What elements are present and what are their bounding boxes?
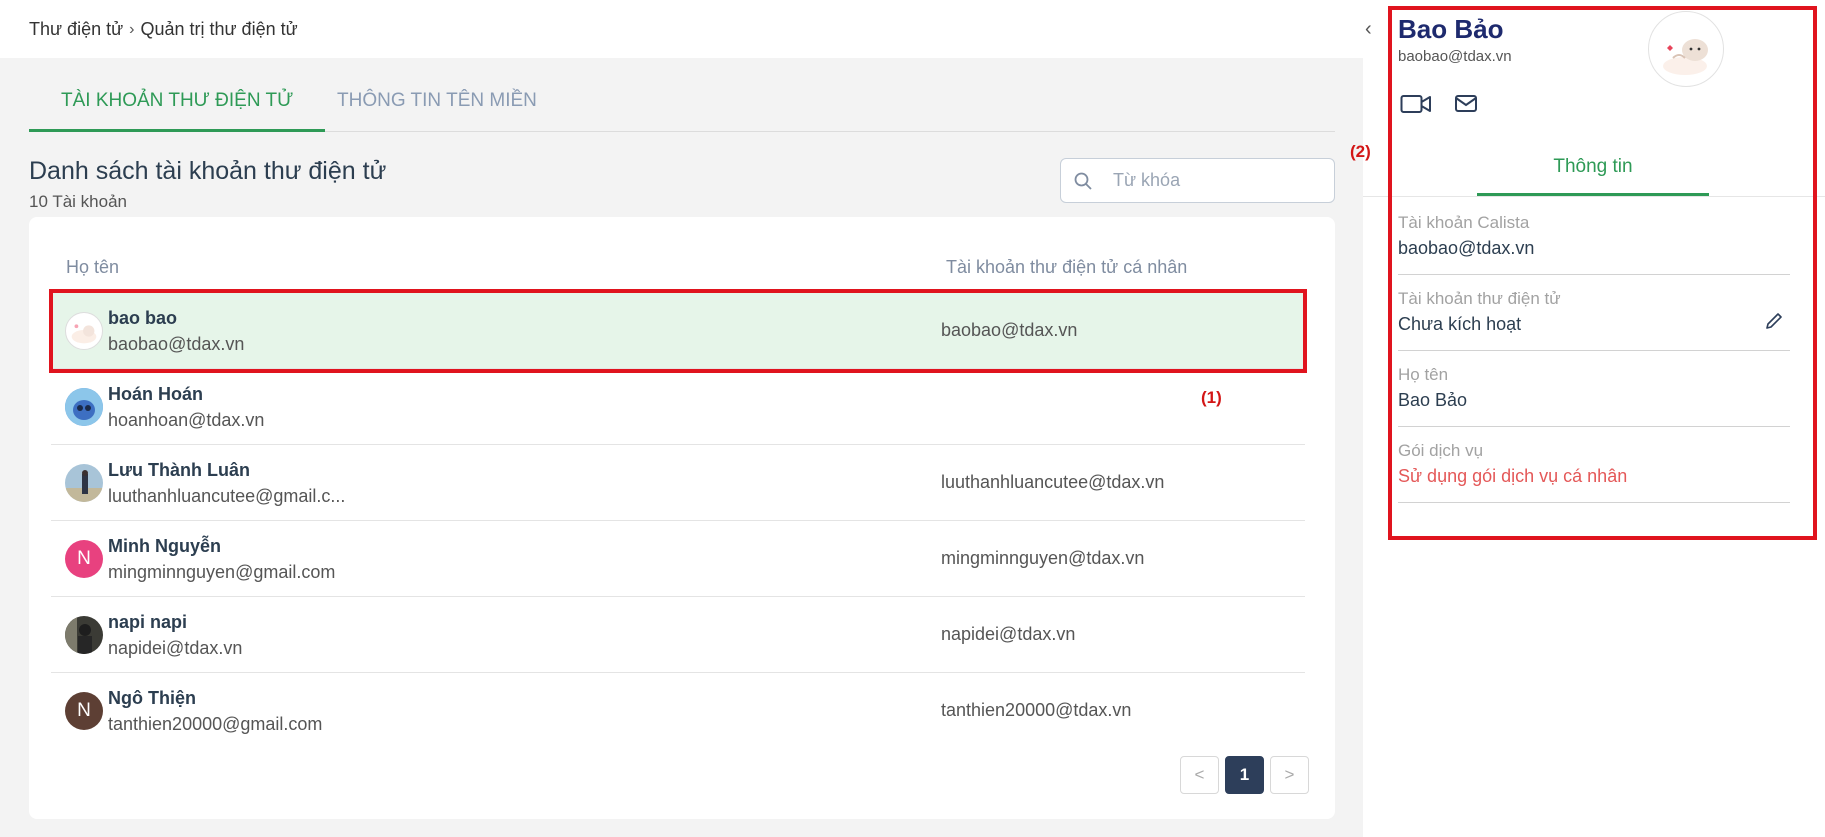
breadcrumb-item-mail[interactable]: Thư điện tử — [29, 19, 123, 40]
field-label: Tài khoản thư điện tử — [1398, 289, 1561, 308]
search-input[interactable] — [1113, 170, 1313, 191]
account-list: bao bao baobao@tdax.vn baobao@tdax.vn Ho… — [51, 293, 1305, 749]
row-email: tanthien20000@gmail.com — [108, 714, 323, 734]
pagination-page-button[interactable]: 1 — [1225, 756, 1264, 794]
avatar — [65, 387, 103, 426]
top-bar: Thư điện tử › Quản trị thư điện tử — [0, 0, 1363, 58]
stitch-avatar-icon — [65, 387, 103, 426]
row-personal-email: luuthanhluancutee@tdax.vn — [941, 472, 1165, 492]
avatar — [65, 615, 103, 654]
accounts-table: Họ tên Tài khoản thư điện tử cá nhân bao… — [29, 217, 1335, 819]
avatar-letter: N — [65, 539, 103, 578]
account-count: 10 Tài khoản — [29, 192, 127, 211]
field-email-account: Tài khoản thư điện tử Chưa kích hoạt — [1398, 289, 1790, 351]
field-label: Gói dịch vụ — [1398, 441, 1484, 460]
row-email: baobao@tdax.vn — [108, 334, 245, 354]
row-personal-email: napidei@tdax.vn — [941, 624, 1076, 644]
pencil-icon[interactable] — [1764, 311, 1784, 331]
field-full-name: Họ tên Bao Bảo — [1398, 365, 1790, 427]
search-box[interactable] — [1060, 158, 1335, 203]
row-email: mingminnguyen@gmail.com — [108, 562, 336, 582]
table-row[interactable]: N Ngô Thiện tanthien20000@gmail.com tant… — [51, 673, 1305, 749]
field-calista-account: Tài khoản Calista baobao@tdax.vn — [1398, 213, 1790, 275]
row-email: luuthanhluancutee@gmail.c... — [108, 486, 346, 506]
row-name: Ngô Thiện — [108, 688, 196, 708]
search-icon — [1074, 172, 1092, 190]
row-personal-email: tanthien20000@tdax.vn — [941, 700, 1132, 720]
row-personal-email: baobao@tdax.vn — [941, 320, 1078, 340]
video-call-icon[interactable] — [1400, 92, 1432, 116]
column-header-name: Họ tên — [66, 257, 120, 277]
field-value: Sử dụng gói dịch vụ cá nhân — [1398, 466, 1628, 486]
annotation-label-2: (2) — [1350, 142, 1371, 161]
table-row[interactable]: Hoán Hoán hoanhoan@tdax.vn — [51, 369, 1305, 445]
chevron-right-icon: › — [129, 20, 135, 38]
column-header-personal-email: Tài khoản thư điện tử cá nhân — [946, 257, 1188, 277]
cat-avatar-icon — [1663, 39, 1708, 75]
field-label: Họ tên — [1398, 365, 1449, 384]
tab-email-accounts[interactable]: TÀI KHOẢN THƯ ĐIỆN TỬ — [29, 90, 326, 132]
table-row[interactable]: bao bao baobao@tdax.vn baobao@tdax.vn — [51, 293, 1305, 369]
row-name: bao bao — [108, 308, 178, 328]
tab-domain-info[interactable]: THÔNG TIN TÊN MIỀN — [305, 90, 569, 132]
tab-info[interactable]: Thông tin — [1477, 152, 1709, 196]
cat-avatar-icon — [71, 323, 97, 343]
avatar — [1648, 11, 1724, 87]
row-name: napi napi — [108, 612, 188, 632]
photo-avatar-icon — [65, 463, 103, 502]
mail-icon[interactable] — [1453, 92, 1485, 116]
detail-email: baobao@tdax.vn — [1398, 48, 1512, 65]
divider — [1363, 196, 1825, 197]
row-name: Hoán Hoán — [108, 384, 204, 404]
row-name: Lưu Thành Luân — [108, 460, 251, 480]
field-value: baobao@tdax.vn — [1398, 238, 1535, 258]
page-title: Danh sách tài khoản thư điện tử — [29, 157, 387, 185]
detail-name: Bao Bảo — [1398, 14, 1504, 44]
pagination-prev-button[interactable]: < — [1180, 756, 1219, 794]
row-email: napidei@tdax.vn — [108, 638, 243, 658]
breadcrumb-item-admin[interactable]: Quản trị thư điện tử — [140, 19, 297, 40]
chevron-left-icon[interactable]: ‹ — [1365, 18, 1372, 41]
avatar — [65, 463, 103, 502]
row-personal-email: mingminnguyen@tdax.vn — [941, 548, 1145, 568]
row-name: Minh Nguyễn — [108, 536, 221, 556]
avatar-letter: N — [65, 692, 103, 730]
field-value: Bao Bảo — [1398, 390, 1468, 410]
breadcrumb: Thư điện tử › Quản trị thư điện tử — [29, 19, 298, 40]
table-row[interactable]: N Minh Nguyễn mingminnguyen@gmail.com mi… — [51, 521, 1305, 597]
tab-bar: TÀI KHOẢN THƯ ĐIỆN TỬ THÔNG TIN TÊN MIỀN — [29, 80, 1335, 132]
field-value: Chưa kích hoạt — [1398, 314, 1522, 334]
dark-photo-avatar-icon — [65, 615, 103, 654]
field-service-plan: Gói dịch vụ Sử dụng gói dịch vụ cá nhân — [1398, 441, 1790, 503]
pagination-next-button[interactable]: > — [1270, 756, 1309, 794]
table-row[interactable]: napi napi napidei@tdax.vn napidei@tdax.v… — [51, 597, 1305, 673]
avatar — [65, 311, 103, 350]
field-label: Tài khoản Calista — [1398, 213, 1530, 232]
row-email: hoanhoan@tdax.vn — [108, 410, 265, 430]
annotation-label-1: (1) — [1201, 388, 1222, 407]
table-row[interactable]: Lưu Thành Luân luuthanhluancutee@gmail.c… — [51, 445, 1305, 521]
